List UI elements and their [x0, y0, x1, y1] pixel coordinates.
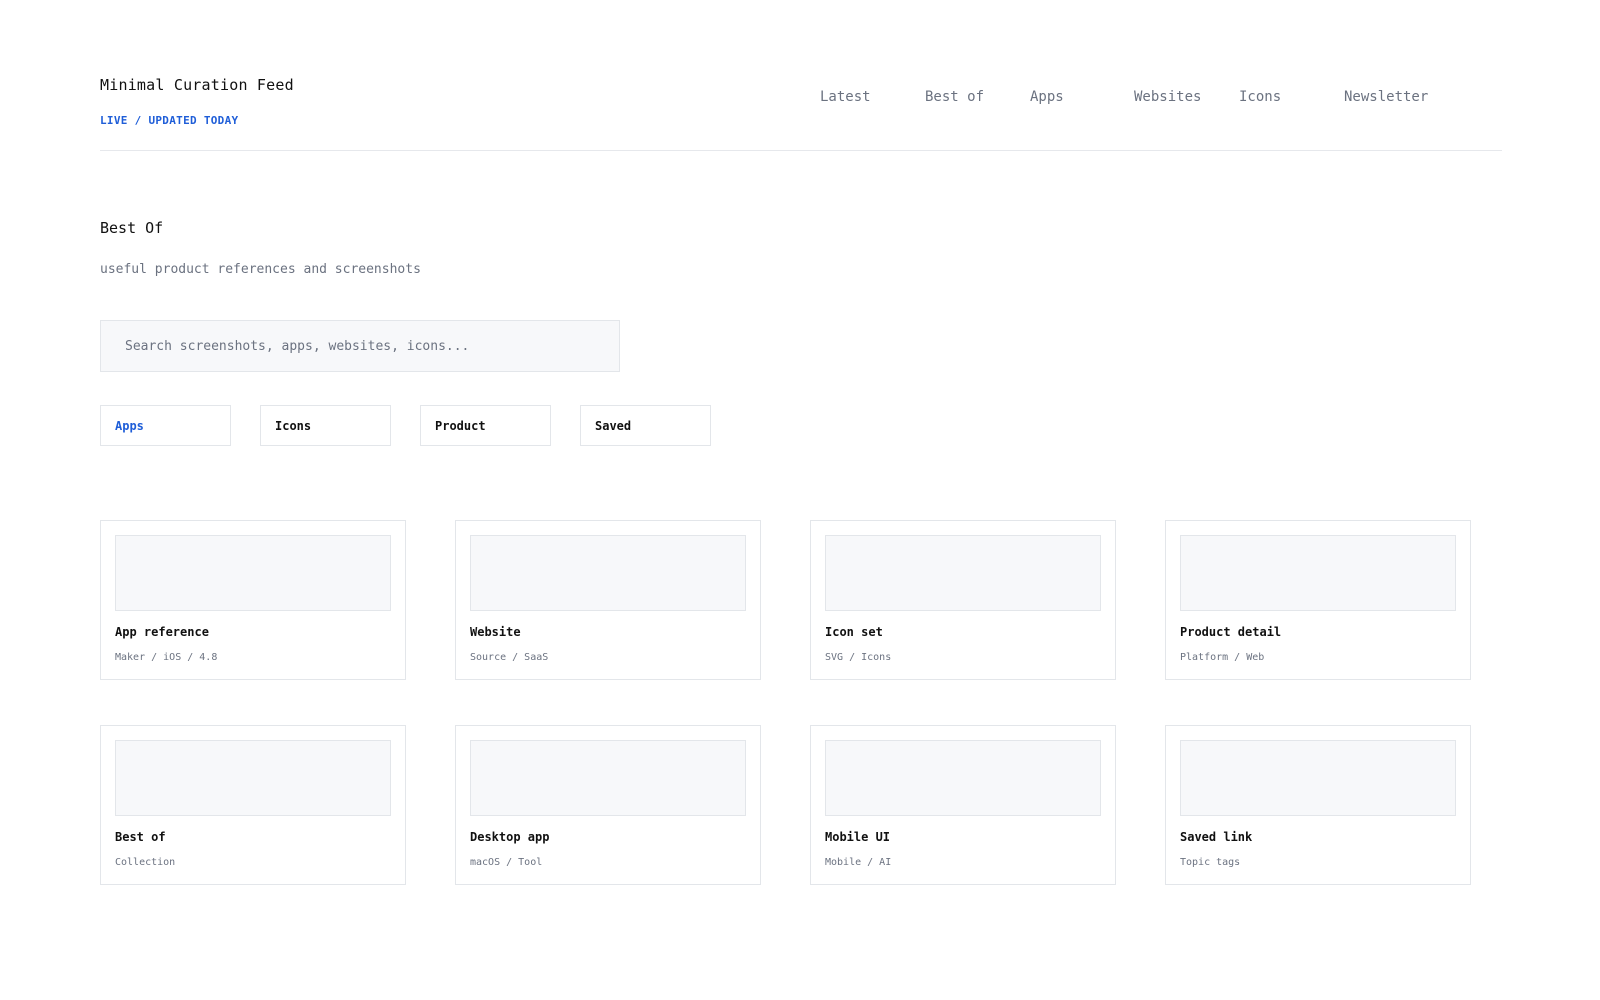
card-thumbnail [1180, 740, 1456, 816]
card-title: App reference [115, 625, 209, 639]
card-meta: Maker / iOS / 4.8 [115, 652, 218, 663]
card-saved-link[interactable]: Saved link Topic tags [1165, 725, 1471, 885]
card-thumbnail [825, 740, 1101, 816]
filter-product[interactable]: Product [420, 405, 551, 446]
card-meta: Topic tags [1180, 857, 1241, 868]
card-product-detail[interactable]: Product detail Platform / Web [1165, 520, 1471, 680]
filter-saved[interactable]: Saved [580, 405, 711, 446]
nav-apps[interactable]: Apps [1030, 89, 1064, 105]
nav-icons[interactable]: Icons [1239, 89, 1281, 105]
site-header: Minimal Curation Feed LIVE / UPDATED TOD… [100, 0, 1502, 151]
card-thumbnail [1180, 535, 1456, 611]
nav-websites[interactable]: Websites [1134, 89, 1201, 105]
card-icon-set[interactable]: Icon set SVG / Icons [810, 520, 1116, 680]
filter-apps[interactable]: Apps [100, 405, 231, 446]
app-title: Minimal Curation Feed [100, 76, 294, 94]
section-subtitle: useful product references and screenshot… [100, 262, 421, 277]
nav-newsletter[interactable]: Newsletter [1344, 89, 1428, 105]
card-thumbnail [115, 535, 391, 611]
card-meta: Collection [115, 857, 176, 868]
card-meta: Mobile / AI [825, 857, 892, 868]
card-website[interactable]: Website Source / SaaS [455, 520, 761, 680]
card-app-reference[interactable]: App reference Maker / iOS / 4.8 [100, 520, 406, 680]
card-meta: Source / SaaS [470, 652, 549, 663]
search-input[interactable] [100, 320, 620, 372]
card-thumbnail [470, 740, 746, 816]
nav-latest[interactable]: Latest [820, 89, 871, 105]
card-title: Product detail [1180, 625, 1282, 639]
card-meta: SVG / Icons [825, 652, 892, 663]
card-best-of[interactable]: Best of Collection [100, 725, 406, 885]
status-label: LIVE / UPDATED TODAY [100, 114, 239, 127]
card-title: Mobile UI [825, 830, 891, 844]
section-title: Best Of [100, 219, 164, 237]
card-meta: Platform / Web [1180, 652, 1265, 663]
card-title: Website [470, 625, 521, 639]
nav-best-of[interactable]: Best of [925, 89, 984, 105]
card-title: Best of [115, 830, 166, 844]
card-meta: macOS / Tool [470, 857, 543, 868]
card-thumbnail [115, 740, 391, 816]
card-thumbnail [825, 535, 1101, 611]
filter-icons[interactable]: Icons [260, 405, 391, 446]
card-title: Desktop app [470, 830, 550, 844]
card-title: Icon set [825, 625, 883, 639]
card-mobile-ui[interactable]: Mobile UI Mobile / AI [810, 725, 1116, 885]
card-title: Saved link [1180, 830, 1253, 844]
card-thumbnail [470, 535, 746, 611]
card-desktop-app[interactable]: Desktop app macOS / Tool [455, 725, 761, 885]
